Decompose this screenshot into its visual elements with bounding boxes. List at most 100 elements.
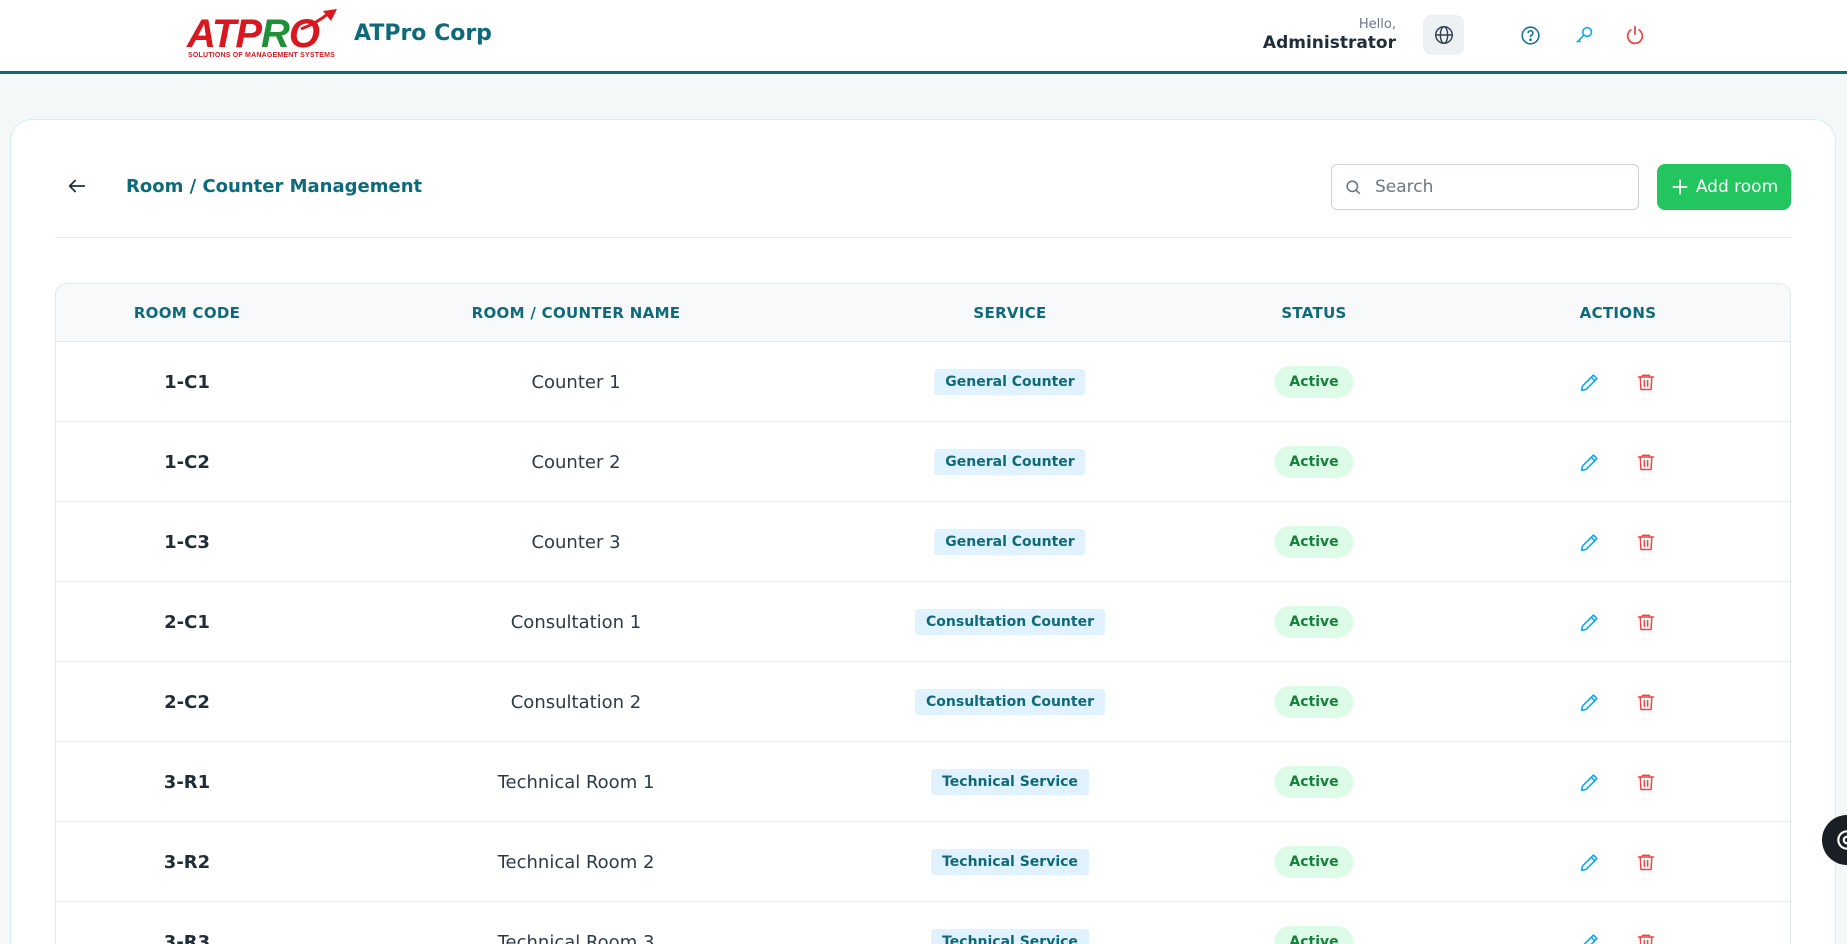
table-header: ROOM CODE ROOM / COUNTER NAME SERVICE ST…	[56, 284, 1790, 342]
room-name-cell: Counter 2	[531, 422, 620, 502]
delete-button[interactable]	[1634, 930, 1658, 944]
room-code-cell: 3-R3	[164, 902, 210, 944]
edit-button[interactable]	[1577, 450, 1601, 474]
room-code-cell: 3-R1	[164, 742, 210, 822]
globe-icon	[1434, 26, 1453, 44]
delete-button[interactable]	[1634, 530, 1658, 554]
table-row: 3-R2 Technical Room 2 Technical Service Act…	[56, 822, 1790, 902]
power-icon	[1626, 25, 1644, 45]
delete-button[interactable]	[1634, 690, 1658, 714]
room-name: Counter 2	[531, 451, 621, 473]
room-code: 3-R3	[163, 931, 211, 944]
service-badge: Technical Service	[931, 769, 1089, 795]
edit-button[interactable]	[1577, 930, 1601, 944]
edit-button[interactable]	[1577, 610, 1601, 634]
room-name-cell: Consultation 1	[511, 582, 642, 662]
trash-icon	[1637, 694, 1655, 711]
logout-button[interactable]	[1624, 24, 1646, 46]
title-divider	[55, 237, 1791, 238]
user-greeting: Hello, Administrator	[1263, 17, 1396, 53]
delete-button[interactable]	[1634, 450, 1658, 474]
pencil-icon	[1580, 693, 1598, 711]
trash-icon	[1637, 374, 1655, 391]
room-code: 1-C3	[164, 531, 210, 553]
delete-button[interactable]	[1634, 610, 1658, 634]
column-header-room-code[interactable]: ROOM CODE	[134, 284, 240, 342]
room-code: 3-R2	[163, 851, 211, 873]
room-name-cell: Technical Room 3	[498, 902, 655, 944]
change-password-button[interactable]	[1573, 24, 1595, 46]
brand-name: ATPro Corp	[354, 21, 492, 46]
logo-tagline: SOLUTIONS OF MANAGEMENT SYSTEMS	[188, 52, 335, 59]
service-cell: Consultation Counter	[915, 662, 1105, 742]
logo-arrow-icon	[300, 9, 337, 31]
pencil-icon	[1580, 613, 1598, 631]
delete-button[interactable]	[1634, 370, 1658, 394]
trash-icon	[1637, 534, 1655, 551]
room-name-cell: Counter 3	[531, 502, 620, 582]
room-name-cell: Technical Room 2	[498, 822, 655, 902]
status-cell: Active	[1274, 822, 1354, 902]
room-name-cell: Technical Room 1	[498, 742, 655, 822]
service-badge: Technical Service	[931, 929, 1089, 944]
pencil-icon	[1580, 773, 1598, 791]
column-header-service[interactable]: SERVICE	[973, 284, 1046, 342]
add-room-label: Add room	[1695, 177, 1779, 197]
user-name: Administrator	[1262, 33, 1396, 53]
service-badge: General Counter	[934, 529, 1086, 555]
status-badge: Active	[1274, 366, 1354, 398]
pencil-icon	[1582, 933, 1598, 944]
edit-button[interactable]	[1577, 850, 1601, 874]
add-room-button[interactable]: Add room	[1657, 164, 1791, 210]
room-name: Consultation 2	[510, 691, 642, 713]
trash-icon	[1637, 614, 1655, 631]
status-cell: Active	[1274, 582, 1354, 662]
edit-button[interactable]	[1577, 690, 1601, 714]
language-button[interactable]	[1423, 15, 1464, 55]
delete-button[interactable]	[1634, 850, 1658, 874]
room-code-cell: 2-C1	[164, 582, 210, 662]
trash-icon	[1637, 854, 1655, 871]
table-row: 1-C3 Counter 3 General Counter Active	[56, 502, 1790, 582]
column-header-room-name[interactable]: ROOM / COUNTER NAME	[472, 284, 681, 342]
greeting-text: Hello,	[1358, 17, 1396, 32]
page-title: Room / Counter Management	[126, 176, 423, 197]
service-badge: General Counter	[934, 369, 1086, 395]
top-header: ATPRO SOLUTIONS OF MANAGEMENT SYSTEMS AT…	[0, 0, 1847, 74]
edit-button[interactable]	[1577, 370, 1601, 394]
delete-button[interactable]	[1634, 770, 1658, 794]
status-cell: Active	[1274, 502, 1354, 582]
room-name: Technical Room 3	[497, 931, 655, 944]
company-logo[interactable]: ATPRO SOLUTIONS OF MANAGEMENT SYSTEMS	[187, 9, 337, 63]
back-button[interactable]	[65, 174, 89, 198]
help-circle-icon	[1520, 25, 1540, 45]
table-row: 3-R1 Technical Room 1 Technical Service Act…	[56, 742, 1790, 822]
trash-icon	[1637, 934, 1655, 944]
service-badge: Consultation Counter	[915, 689, 1105, 715]
room-code-cell: 3-R2	[164, 822, 210, 902]
plus-icon	[1672, 179, 1688, 195]
room-code: 1-C1	[164, 371, 210, 393]
service-cell: Technical Service	[931, 902, 1089, 944]
edit-button[interactable]	[1577, 770, 1601, 794]
edit-button[interactable]	[1577, 530, 1601, 554]
pencil-icon	[1580, 853, 1598, 871]
room-name: Counter 3	[531, 531, 621, 553]
pencil-icon	[1580, 533, 1598, 551]
search-field[interactable]	[1331, 164, 1639, 210]
room-name-cell: Consultation 2	[511, 662, 642, 742]
trash-icon	[1637, 454, 1655, 471]
status-cell: Active	[1274, 422, 1354, 502]
search-input[interactable]	[1375, 177, 1615, 197]
column-header-status[interactable]: STATUS	[1281, 284, 1346, 342]
service-cell: Technical Service	[931, 822, 1089, 902]
room-code: 1-C2	[164, 451, 210, 473]
status-badge: Active	[1274, 766, 1354, 798]
status-cell: Active	[1274, 342, 1354, 422]
status-badge: Active	[1274, 526, 1354, 558]
table-row: 2-C1 Consultation 1 Consultation Counter Ac…	[56, 582, 1790, 662]
rooms-table: ROOM CODE ROOM / COUNTER NAME SERVICE ST…	[55, 283, 1791, 944]
help-button[interactable]	[1519, 24, 1541, 46]
status-badge: Active	[1274, 606, 1354, 638]
room-code-cell: 2-C2	[164, 662, 210, 742]
